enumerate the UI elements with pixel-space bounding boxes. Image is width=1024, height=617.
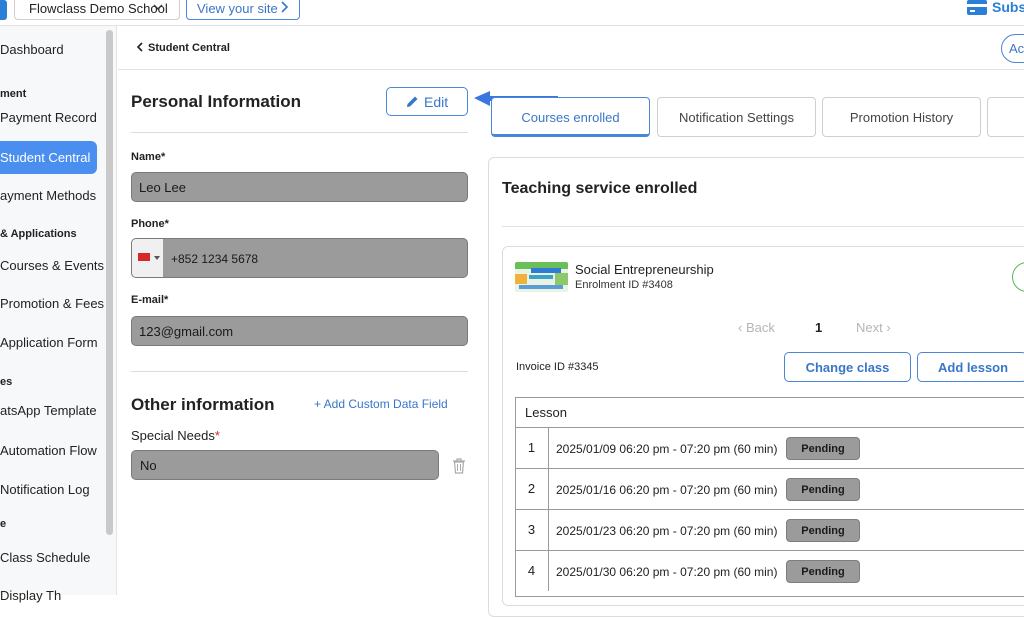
pager-back-button[interactable]: ‹ Back [738,320,775,335]
lesson-datetime: 2025/01/30 06:20 pm - 07:20 pm (60 min) [556,565,778,579]
app-logo[interactable] [0,0,7,20]
sidebar-item[interactable]: Courses & Events [0,258,104,273]
status-badge: Pending [786,519,860,542]
sidebar-item[interactable]: Dashboard [0,42,104,57]
school-selector[interactable]: Flowclass Demo School [14,0,180,20]
sidebar-item[interactable]: Promotion & Fees [0,296,104,311]
back-chevron-icon[interactable] [136,42,144,52]
pager-next-label: Next [856,320,883,335]
lesson-datetime: 2025/01/09 06:20 pm - 07:20 pm (60 min) [556,442,778,456]
sidebar-item[interactable]: Automation Flow [0,443,104,458]
tab-more[interactable] [987,97,1024,137]
lesson-number: 2 [515,469,549,509]
enrolment-id: Enrolment ID #3408 [575,279,673,291]
page-header [118,26,1024,70]
sidebar-item[interactable]: ayment Methods [0,188,104,203]
subscription-link[interactable]: Subs [992,0,1024,15]
name-field: Leo Lee [131,172,468,202]
subscription-icon[interactable] [966,0,988,16]
chevron-down-icon [153,4,163,10]
tab-notification-settings[interactable]: Notification Settings [657,97,816,137]
sidebar-section-label: es [0,376,13,388]
chevron-left-icon: ‹ [738,320,746,335]
phone-field: +852 1234 5678 [163,238,468,278]
sidebar-scrollbar[interactable] [106,30,113,535]
sidebar-item[interactable]: atsApp Template [0,403,104,418]
chevron-right-icon [281,1,289,13]
school-name: Flowclass Demo School [29,1,168,16]
pager-back-label: Back [745,320,775,335]
change-class-button[interactable]: Change class [784,352,911,382]
lesson-row[interactable]: 4 2025/01/30 06:20 pm - 07:20 pm (60 min… [515,550,1024,591]
sidebar-item[interactable]: Payment Record [0,110,104,125]
lesson-row[interactable]: 1 2025/01/09 06:20 pm - 07:20 pm (60 min… [515,427,1024,468]
special-needs-label: Special Needs* [131,428,220,443]
lesson-column-header: Lesson [525,405,567,420]
divider [131,371,468,372]
teaching-service-title: Teaching service enrolled [502,180,698,197]
special-needs-label-text: Special Needs [131,428,215,443]
add-custom-data-field-link[interactable]: + Add Custom Data Field [314,397,448,411]
other-information-title: Other information [131,395,275,414]
header-action-button[interactable]: Ac [1001,34,1024,63]
required-marker: * [214,428,220,443]
divider [131,132,468,133]
tab-courses-enrolled[interactable]: Courses enrolled [491,97,650,137]
status-badge: Pending [786,437,860,460]
lesson-number: 1 [515,428,549,468]
trash-icon[interactable] [452,458,466,474]
special-needs-field: No [131,450,439,480]
personal-information-title: Personal Information [131,92,302,111]
lesson-row[interactable]: 3 2025/01/23 06:20 pm - 07:20 pm (60 min… [515,509,1024,550]
lesson-number: 4 [515,551,549,591]
lesson-row[interactable]: 2 2025/01/16 06:20 pm - 07:20 pm (60 min… [515,468,1024,509]
view-site-button[interactable]: View your site [186,0,300,20]
sidebar-section-label: e [0,518,7,530]
sidebar-item[interactable]: Display Th [0,588,104,603]
sidebar-item[interactable]: Application Form [0,335,104,350]
email-label: E-mail* [131,294,169,306]
invoice-id: Invoice ID #3345 [516,361,599,373]
sidebar-item[interactable]: Class Schedule [0,550,104,565]
pager-current-page: 1 [815,320,823,335]
sidebar-section-label: ment [0,88,27,100]
lesson-datetime: 2025/01/23 06:20 pm - 07:20 pm (60 min) [556,524,778,538]
edit-button[interactable]: Edit [386,87,468,116]
name-label: Name* [131,151,166,163]
divider [502,226,1024,227]
phone-label: Phone* [131,218,169,230]
lesson-datetime: 2025/01/16 06:20 pm - 07:20 pm (60 min) [556,483,778,497]
course-name[interactable]: Social Entrepreneurship [575,262,714,277]
sidebar-item[interactable]: Student Central [0,150,104,165]
sidebar-section-label: & Applications [0,228,77,240]
chevron-right-icon: › [882,320,891,335]
page-title[interactable]: Student Central [148,42,230,54]
course-thumbnail[interactable] [515,262,568,292]
hong-kong-flag-icon [138,253,150,261]
email-field: 123@gmail.com [131,316,468,346]
edit-label: Edit [424,94,449,110]
view-site-label: View your site [197,1,278,16]
status-badge: Pending [786,478,860,501]
status-badge: Pending [786,560,860,583]
pencil-icon [407,96,418,107]
sidebar-item[interactable]: Notification Log [0,482,104,497]
caret-down-icon [154,256,160,260]
tab-promotion-history[interactable]: Promotion History [822,97,981,137]
add-lesson-button[interactable]: Add lesson [917,352,1024,382]
lesson-number: 3 [515,510,549,550]
pager-next-button[interactable]: Next › [856,320,891,335]
